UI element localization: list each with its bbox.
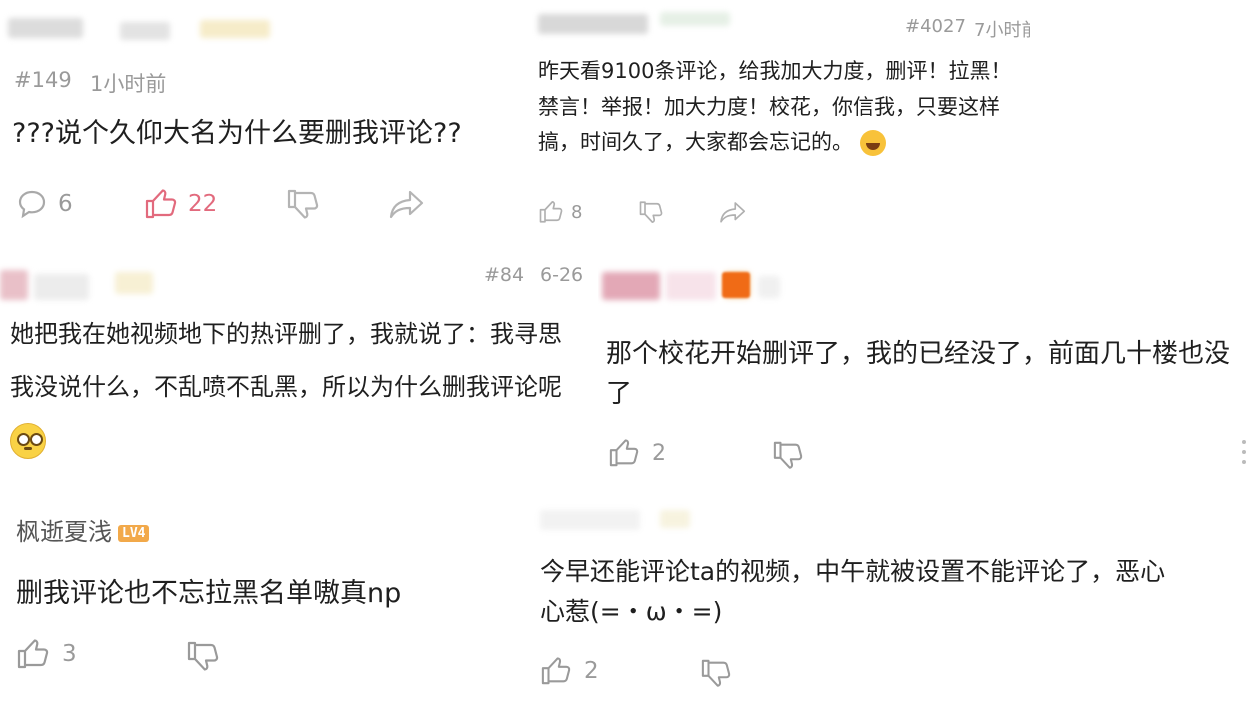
redacted-username <box>538 14 648 34</box>
like-button[interactable]: 3 <box>16 638 77 670</box>
comment-card-d: 那个校花开始删评了，我的已经没了，前面几十楼也没了 2 <box>598 262 1256 482</box>
floor-number: #4027 <box>905 16 966 37</box>
like-count: 3 <box>62 641 77 667</box>
thumbs-up-icon <box>16 638 50 670</box>
comment-card-149: #149 1小时前 ???说个久仰大名为什么要删我评论?? 6 22 <box>0 0 530 250</box>
like-button[interactable]: 2 <box>540 656 599 686</box>
like-count: 2 <box>584 658 599 684</box>
rolling-laugh-emoji <box>859 130 886 157</box>
level-badge: LV4 <box>118 524 150 542</box>
redacted-username <box>34 274 89 300</box>
like-count: 22 <box>188 191 218 217</box>
comment-time: 6-26 <box>540 264 584 286</box>
redacted-badge <box>115 272 153 294</box>
thumbs-down-icon <box>186 640 220 672</box>
comment-time: 7小时前 <box>974 20 1030 41</box>
dislike-button[interactable] <box>286 188 320 220</box>
like-button[interactable]: 2 <box>608 438 666 468</box>
comment-card-f: 今早还能评论ta的视频，中午就被设置不能评论了，恶心心惹(=・ω・=) 2 <box>530 494 1256 707</box>
reply-count: 6 <box>58 191 73 217</box>
dislike-button[interactable] <box>186 640 220 672</box>
comment-text: 今早还能评论ta的视频，中午就被设置不能评论了，恶心心惹(=・ω・=) <box>540 557 1166 626</box>
share-icon <box>718 200 748 224</box>
dislike-button[interactable] <box>638 200 664 224</box>
reply-button[interactable]: 6 <box>16 188 73 220</box>
username[interactable]: 枫逝夏浅 LV4 <box>16 512 150 547</box>
redacted-badge <box>722 272 750 298</box>
share-button[interactable] <box>388 188 426 220</box>
thumbs-down-icon <box>700 658 732 688</box>
overflow-dots[interactable] <box>1242 440 1248 464</box>
comment-card-e: 枫逝夏浅 LV4 删我评论也不忘拉黑名单嗷真np 3 <box>0 494 560 707</box>
comment-card-84: #84 6-26 她把我在她视频地下的热评删了，我就说了：我寻思我没说什么，不乱… <box>0 258 588 488</box>
like-count: 2 <box>652 440 666 466</box>
comment-text: 她把我在她视频地下的热评删了，我就说了：我寻思我没说什么，不乱喷不乱黑，所以为什… <box>10 308 578 466</box>
thumbs-up-icon <box>540 656 572 686</box>
redacted-badge <box>660 12 730 26</box>
floor-number: #149 <box>14 68 72 92</box>
comment-text: 那个校花开始删评了，我的已经没了，前面几十楼也没了 <box>606 339 1231 410</box>
redacted-avatar <box>0 270 28 300</box>
share-button[interactable] <box>718 200 748 224</box>
dislike-button[interactable] <box>772 440 804 470</box>
redacted-username <box>8 18 83 38</box>
floor-number: #84 <box>484 264 525 286</box>
redacted-badge <box>200 20 270 38</box>
like-button[interactable]: 22 <box>144 188 217 220</box>
comment-card-4027: #4027 7小时前 昨天看9100条评论，给我加大力度，删评！拉黑！禁言！举报… <box>530 0 1030 250</box>
redacted-username <box>120 22 170 40</box>
thumbs-up-icon <box>608 438 640 468</box>
redacted-avatar <box>602 272 660 300</box>
comment-icon <box>16 188 48 220</box>
thumbs-down-icon <box>286 188 320 220</box>
thumbs-down-icon <box>638 200 664 224</box>
comment-text: 昨天看9100条评论，给我加大力度，删评！拉黑！禁言！举报！加大力度！校花，你信… <box>538 59 1012 157</box>
redacted-badge <box>758 276 780 298</box>
redacted-username <box>666 272 716 300</box>
like-button[interactable]: 8 <box>538 200 582 224</box>
thumbs-up-icon <box>144 188 178 220</box>
redacted-username <box>540 510 640 530</box>
share-icon <box>388 188 426 220</box>
thumbs-down-icon <box>772 440 804 470</box>
comment-text: 删我评论也不忘拉黑名单嗷真np <box>16 578 402 609</box>
like-count: 8 <box>571 201 583 223</box>
flushed-emoji <box>10 422 46 459</box>
dislike-button[interactable] <box>700 658 732 688</box>
thumbs-up-icon <box>538 200 564 224</box>
redacted-badge <box>660 510 690 528</box>
comment-time: 1小时前 <box>90 72 167 96</box>
comment-text: ???说个久仰大名为什么要删我评论?? <box>12 118 462 149</box>
